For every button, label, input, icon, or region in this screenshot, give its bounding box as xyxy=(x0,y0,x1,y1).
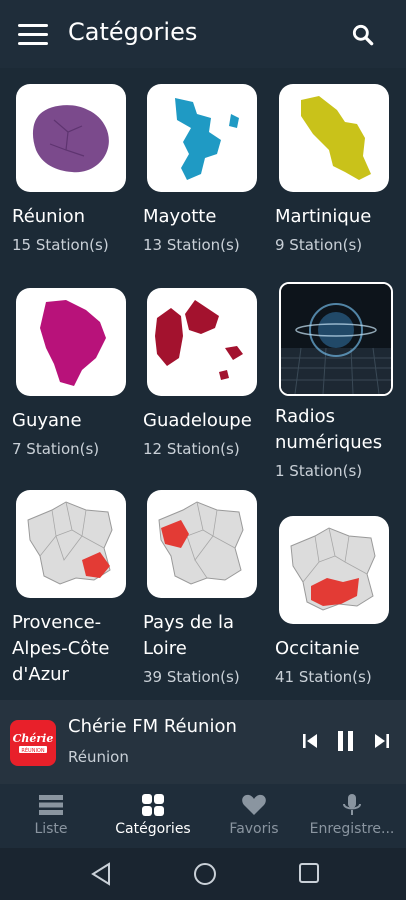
category-count: 13 Station(s) xyxy=(143,236,240,254)
category-count: 15 Station(s) xyxy=(12,236,109,254)
category-name: Occitanie xyxy=(275,638,360,659)
nav-label: Catégories xyxy=(115,821,191,837)
category-count: 7 Station(s) xyxy=(12,440,100,458)
app-bar: Catégories xyxy=(0,0,406,68)
pause-icon[interactable] xyxy=(336,730,356,752)
bottom-navigation: Liste Catégories Favoris Enregistre... xyxy=(0,784,406,848)
category-count: 41 Station(s) xyxy=(275,668,372,686)
grid-icon xyxy=(142,794,164,816)
nav-item-liste[interactable]: Liste xyxy=(10,784,92,848)
heart-icon xyxy=(242,794,266,815)
category-name: Guadeloupe xyxy=(143,410,252,431)
system-navigation-bar xyxy=(0,848,406,900)
nav-label: Favoris xyxy=(229,821,279,837)
recents-icon[interactable] xyxy=(298,862,320,884)
station-title: Chérie FM Réunion xyxy=(68,716,237,737)
category-count: 39 Station(s) xyxy=(143,668,240,686)
martinique-map-icon[interactable] xyxy=(279,84,389,192)
category-name: Réunion xyxy=(12,206,86,227)
nav-label: Enregistre... xyxy=(309,821,395,837)
category-grid: Réunion 15 Station(s) Mayotte 13 Station… xyxy=(0,68,406,700)
guyane-map-icon[interactable] xyxy=(16,288,126,396)
menu-icon[interactable] xyxy=(18,24,48,46)
france-occitanie-map-icon[interactable] xyxy=(279,516,389,624)
category-count: 12 Station(s) xyxy=(143,440,240,458)
category-count: 9 Station(s) xyxy=(275,236,363,254)
category-name: Mayotte xyxy=(143,206,217,227)
nav-label: Liste xyxy=(34,821,68,837)
mayotte-map-icon[interactable] xyxy=(147,84,257,192)
guadeloupe-map-icon[interactable] xyxy=(147,288,257,396)
station-logo-text: Chérie xyxy=(13,732,53,745)
category-name: Provence-Alpes-Côte d'Azur xyxy=(12,612,110,685)
page-title: Catégories xyxy=(68,18,198,46)
search-icon[interactable] xyxy=(350,22,376,48)
nav-item-favoris[interactable]: Favoris xyxy=(214,784,294,848)
nav-item-enregistrements[interactable]: Enregistre... xyxy=(302,784,402,848)
category-name: Guyane xyxy=(12,410,82,431)
mic-icon xyxy=(343,794,361,815)
station-subtitle: Réunion xyxy=(68,748,129,766)
nav-item-categories[interactable]: Catégories xyxy=(100,784,206,848)
station-logo: Chérie RÉUNION xyxy=(10,720,56,766)
back-icon[interactable] xyxy=(90,862,112,886)
skip-previous-icon[interactable] xyxy=(302,732,318,750)
category-count: 1 Station(s) xyxy=(275,462,363,480)
digital-radio-image-icon[interactable] xyxy=(279,282,393,396)
category-name: Pays de la Loire xyxy=(143,612,235,659)
category-name: Radios numériques xyxy=(275,406,383,453)
home-icon[interactable] xyxy=(193,862,217,886)
france-loire-map-icon[interactable] xyxy=(147,490,257,598)
skip-next-icon[interactable] xyxy=(374,732,390,750)
category-name: Martinique xyxy=(275,206,372,227)
list-icon xyxy=(39,795,63,815)
reunion-map-icon[interactable] xyxy=(16,84,126,192)
station-logo-sub: RÉUNION xyxy=(21,746,44,754)
mini-player[interactable]: Chérie RÉUNION Chérie FM Réunion Réunion xyxy=(0,700,406,784)
france-paca-map-icon[interactable] xyxy=(16,490,126,598)
